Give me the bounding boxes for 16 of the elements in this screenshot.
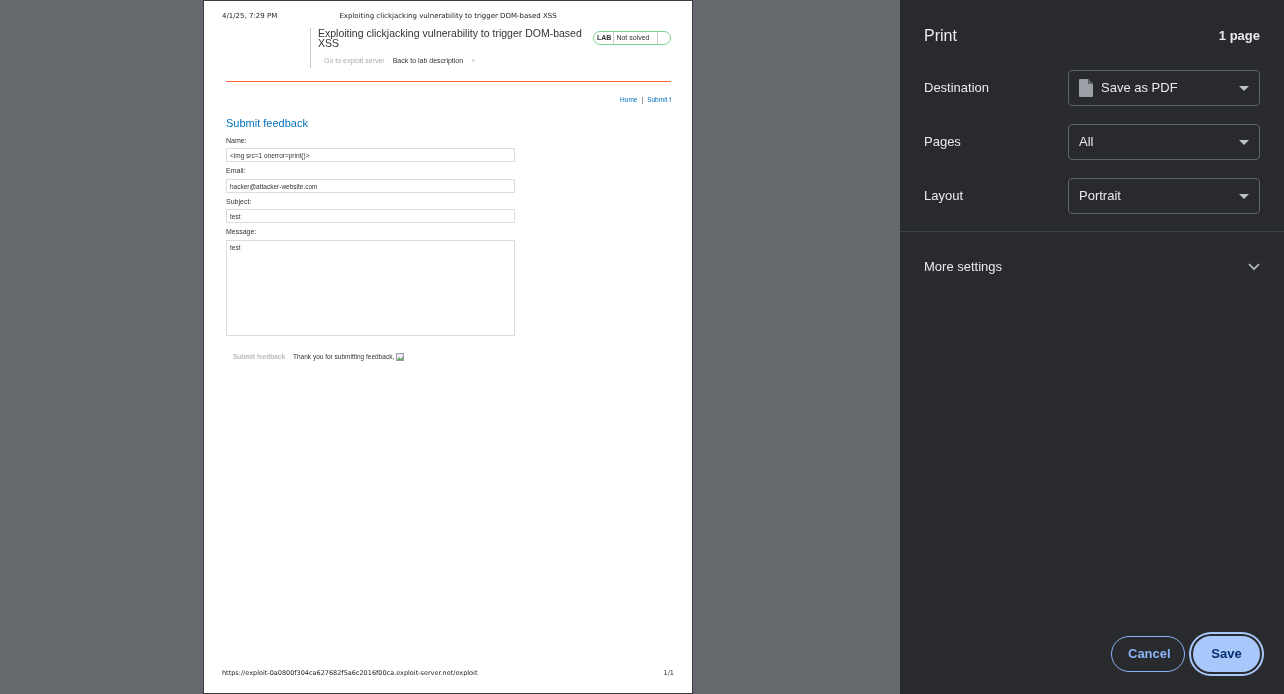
lab-title: Exploiting clickjacking vulnerability to trigger DOM-based XSS — [318, 27, 583, 48]
more-settings-toggle[interactable]: More settings — [900, 232, 1284, 302]
setting-label: Destination — [924, 79, 991, 98]
select-field[interactable]: All — [1068, 124, 1260, 160]
setting-label: Layout — [924, 187, 965, 206]
page-heading: Submit feedback — [226, 116, 309, 132]
broken-image-icon — [396, 352, 405, 361]
dropdown-caret-icon — [1239, 193, 1249, 199]
setting-label: Pages — [924, 133, 962, 152]
page-count: 1 page — [1218, 27, 1260, 46]
panel-title: Print — [924, 26, 957, 46]
dropdown-caret-icon — [1239, 85, 1249, 91]
document-icon — [1079, 79, 1093, 97]
select-field[interactable]: Portrait — [1068, 178, 1260, 214]
dropdown-caret-icon — [1239, 139, 1249, 145]
select-field[interactable]: Save as PDF — [1068, 70, 1260, 106]
